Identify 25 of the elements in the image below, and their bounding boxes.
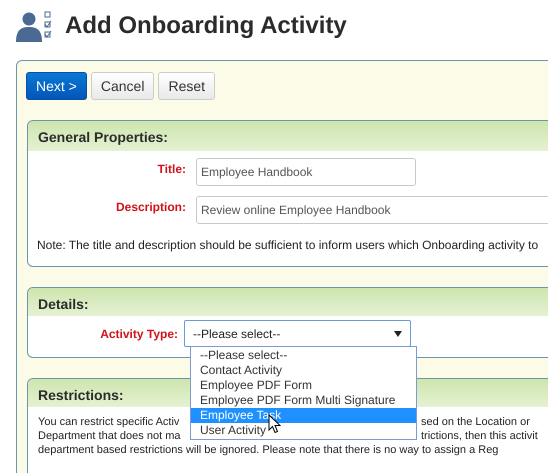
field-label: Description: (116, 199, 186, 216)
action-button[interactable]: Cancel (90, 72, 154, 100)
restrictions-text: trictions, then this activit (421, 429, 538, 443)
dropdown-option[interactable]: Employee PDF Form Multi Signature (191, 393, 416, 408)
caret-icon (394, 330, 402, 336)
text-field[interactable]: Review online Employee Handbook (196, 196, 548, 224)
restrictions-text: Department that does not ma (38, 430, 180, 442)
restrictions-text: You can restrict specific Activ (38, 416, 180, 428)
activity-type-select[interactable]: --Please select-- (184, 320, 411, 347)
section-header: Details: (28, 288, 548, 316)
user-checklist-icon (15, 10, 53, 42)
dropdown-option[interactable]: User Activity (191, 423, 416, 438)
restrictions-text: sed on the Location or (421, 415, 530, 429)
dropdown-option[interactable]: Contact Activity (191, 363, 416, 378)
text-field[interactable]: Employee Handbook (196, 158, 416, 186)
dropdown-option[interactable]: Employee PDF Form (191, 378, 416, 393)
action-button[interactable]: Reset (158, 72, 216, 100)
field-label: Activity Type: (100, 326, 178, 342)
page-title: Add Onboarding Activity (65, 10, 347, 40)
dropdown-option[interactable]: --Please select-- (191, 348, 416, 363)
next-button[interactable]: Next > (26, 72, 87, 100)
note-text: Note: The title and description should be sufficient to inform users which Onboarding activity to (37, 237, 540, 254)
restrictions-text: department based restrictions will be ignored. Please note that there is no way to assign a Reg (38, 443, 498, 457)
field-label: Title: (158, 161, 186, 178)
section-header: General Properties: (28, 121, 548, 151)
